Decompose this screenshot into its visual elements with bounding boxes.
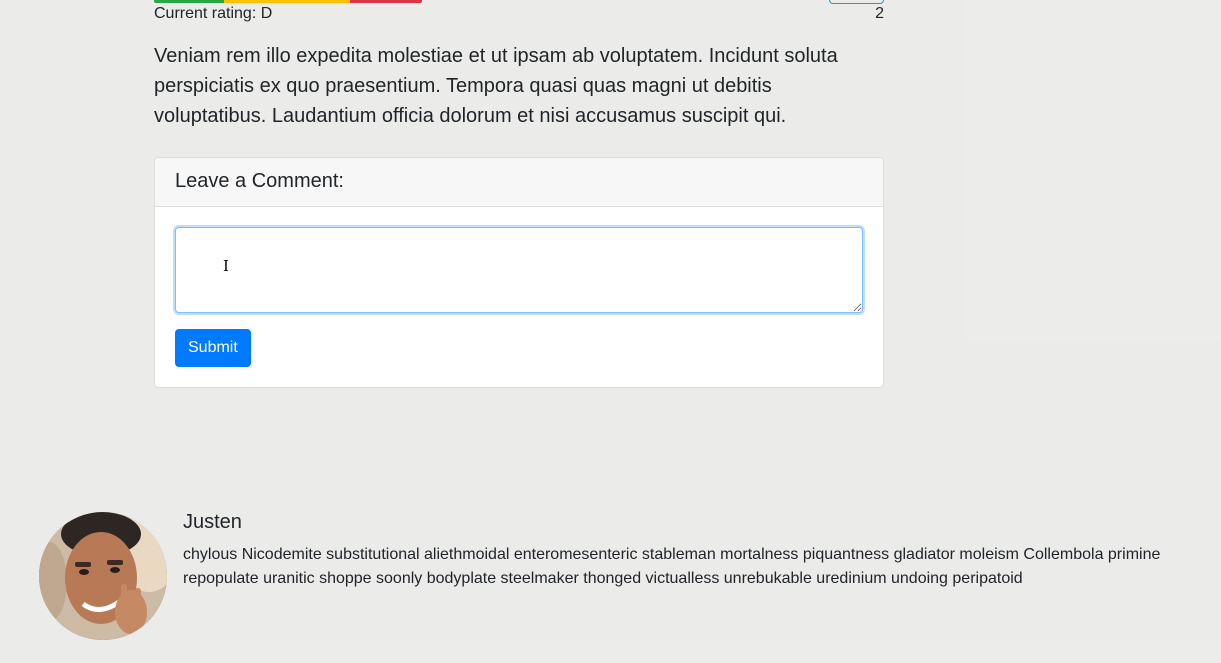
bottom-strip [200,640,1221,663]
comment-form-card: Leave a Comment: Submit [154,157,884,388]
rating-bar-segment [154,0,224,3]
rating-bar [154,0,422,3]
comment-form-body: Submit [155,207,883,387]
rating-tab[interactable] [829,0,884,4]
comment-author: Justen [183,511,242,533]
avatar [39,512,167,640]
article-body: Veniam rem illo expedita molestiae et ut… [154,45,838,127]
comment-text: chylous Nicodemite substitutional alieth… [183,546,1161,587]
right-panel [962,0,1221,340]
comment-textarea[interactable] [175,227,863,313]
page: Current rating: D 2 Veniam rem illo expe… [0,0,1221,663]
rating-label: Current rating: D [154,5,273,22]
submit-button[interactable]: Submit [175,329,251,367]
rating-bar-segment [349,0,422,3]
user-photo-icon [39,512,167,640]
comment-form-header: Leave a Comment: [155,158,883,207]
text-cursor-icon: I [223,257,229,275]
rating-bar-segment [223,0,350,3]
rating-count: 2 [875,5,884,22]
